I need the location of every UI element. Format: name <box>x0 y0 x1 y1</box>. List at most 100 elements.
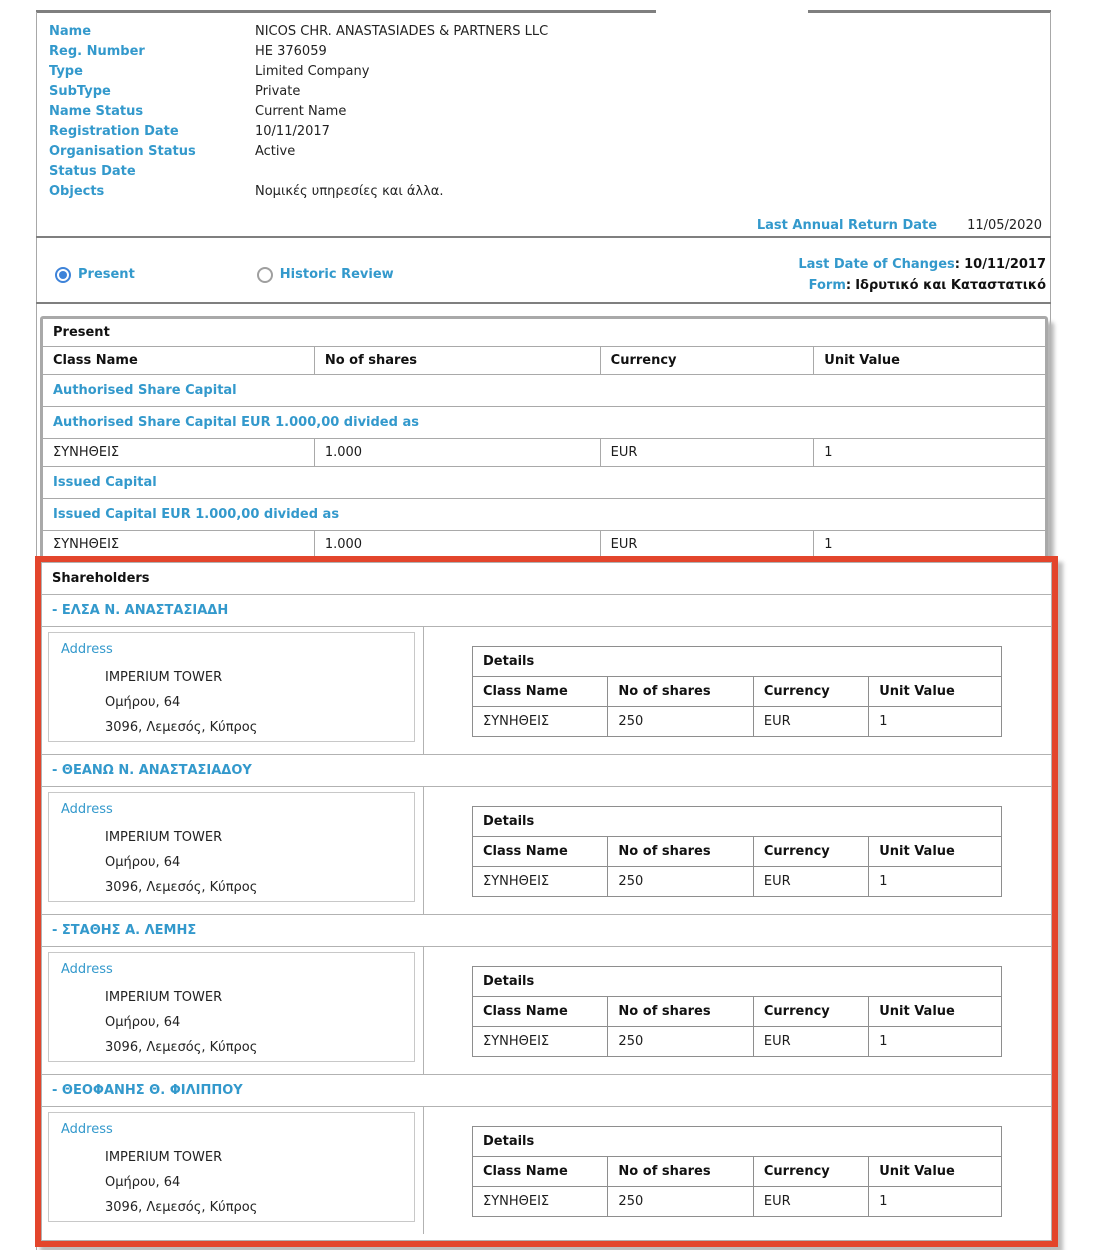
col-class-name: Class Name <box>473 997 608 1027</box>
shareholder-name[interactable]: - ΕΛΣΑ Ν. ΑΝΑΣΤΑΣΙΑΔΗ <box>42 595 1051 627</box>
section-label: Authorised Share Capital <box>43 375 1046 407</box>
col-currency: Currency <box>753 1157 868 1187</box>
table-row: ΣΥΝΗΘΕΙΣ 1.000 EUR 1 <box>43 531 1046 559</box>
cell-no-of-shares: 250 <box>608 867 753 897</box>
shareholder-detail-row: Address IMPERIUM TOWER Ομήρου, 64 3096, … <box>42 1107 1051 1234</box>
cell-unit-value: 1 <box>814 531 1046 559</box>
details-cell: Details Class Name No of shares Currency… <box>424 947 1051 1074</box>
col-unit-value: Unit Value <box>814 347 1046 375</box>
last-date-of-changes-label: Last Date of Changes <box>798 257 954 272</box>
shareholder-block: - ΘΕΑΝΩ Ν. ΑΝΑΣΤΑΣΙΑΔΟΥ Address IMPERIUM… <box>42 755 1051 915</box>
cell-currency: EUR <box>753 1027 868 1057</box>
field-label: Name Status <box>43 102 255 122</box>
field-value: Active <box>255 142 1044 162</box>
shareholder-name[interactable]: - ΣΤΑΘΗΣ Α. ΛΕΜΗΣ <box>42 915 1051 947</box>
field-value: Private <box>255 82 1044 102</box>
address-line-1: IMPERIUM TOWER <box>105 665 414 690</box>
separator: : <box>955 257 960 272</box>
col-no-of-shares: No of shares <box>608 837 753 867</box>
address-cell: Address IMPERIUM TOWER Ομήρου, 64 3096, … <box>42 787 424 914</box>
info-row-reg-number: Reg. Number HE 376059 <box>43 42 1044 62</box>
address-lines: IMPERIUM TOWER Ομήρου, 64 3096, Λεμεσός,… <box>105 985 414 1060</box>
field-value: NICOS CHR. ANASTASIADES & PARTNERS LLC <box>255 22 1044 42</box>
address-label: Address <box>49 953 414 977</box>
cell-currency: EUR <box>753 707 868 737</box>
col-currency: Currency <box>753 997 868 1027</box>
section-label: Issued Capital EUR 1.000,00 divided as <box>43 499 1046 531</box>
shareholders-highlight-box: Shareholders - ΕΛΣΑ Ν. ΑΝΑΣΤΑΣΙΑΔΗ Addre… <box>35 556 1058 1247</box>
present-radio[interactable]: Present <box>55 267 135 283</box>
cell-unit-value: 1 <box>814 439 1046 467</box>
present-radio-label[interactable]: Present <box>78 267 135 282</box>
col-unit-value: Unit Value <box>869 1157 1002 1187</box>
address-cell: Address IMPERIUM TOWER Ομήρου, 64 3096, … <box>42 1107 424 1234</box>
separator: : <box>846 278 851 293</box>
table-row: ΣΥΝΗΘΕΙΣ 1.000 EUR 1 <box>43 439 1046 467</box>
col-unit-value: Unit Value <box>869 997 1002 1027</box>
address-line-3: 3096, Λεμεσός, Κύπρος <box>105 715 414 740</box>
table-title: Present <box>43 319 1046 347</box>
address-cell: Address IMPERIUM TOWER Ομήρου, 64 3096, … <box>42 947 424 1074</box>
cell-no-of-shares: 250 <box>608 1027 753 1057</box>
col-no-of-shares: No of shares <box>608 997 753 1027</box>
field-label: Organisation Status <box>43 142 255 162</box>
details-title: Details <box>473 1127 1002 1157</box>
col-currency: Currency <box>753 677 868 707</box>
cell-no-of-shares: 250 <box>608 1187 753 1217</box>
radio-selected-icon[interactable] <box>55 267 71 283</box>
address-lines: IMPERIUM TOWER Ομήρου, 64 3096, Λεμεσός,… <box>105 1145 414 1220</box>
col-currency: Currency <box>600 347 814 375</box>
historic-review-radio-label[interactable]: Historic Review <box>280 267 394 282</box>
address-line-3: 3096, Λεμεσός, Κύπρος <box>105 1035 414 1060</box>
address-box: Address IMPERIUM TOWER Ομήρου, 64 3096, … <box>48 632 415 742</box>
address-line-1: IMPERIUM TOWER <box>105 985 414 1010</box>
address-box: Address IMPERIUM TOWER Ομήρου, 64 3096, … <box>48 1112 415 1222</box>
details-title: Details <box>473 647 1002 677</box>
address-line-3: 3096, Λεμεσός, Κύπρος <box>105 875 414 900</box>
details-title: Details <box>473 967 1002 997</box>
cell-class-name: ΣΥΝΗΘΕΙΣ <box>43 439 315 467</box>
cell-class-name: ΣΥΝΗΘΕΙΣ <box>473 707 608 737</box>
address-label: Address <box>49 793 414 817</box>
field-label: Objects <box>43 182 255 202</box>
divider <box>36 302 1051 304</box>
section-label: Authorised Share Capital EUR 1.000,00 di… <box>43 407 1046 439</box>
radio-unselected-icon[interactable] <box>257 267 273 283</box>
col-class-name: Class Name <box>43 347 315 375</box>
section-row-issued: Issued Capital <box>43 467 1046 499</box>
cell-no-of-shares: 1.000 <box>314 531 600 559</box>
cell-class-name: ΣΥΝΗΘΕΙΣ <box>473 867 608 897</box>
shareholder-block: - ΕΛΣΑ Ν. ΑΝΑΣΤΑΣΙΑΔΗ Address IMPERIUM T… <box>42 595 1051 755</box>
details-title-row: Details <box>473 807 1002 837</box>
company-info-panel: Name NICOS CHR. ANASTASIADES & PARTNERS … <box>37 22 1050 233</box>
col-no-of-shares: No of shares <box>314 347 600 375</box>
field-value: HE 376059 <box>255 42 1044 62</box>
info-row-name-status: Name Status Current Name <box>43 102 1044 122</box>
changes-summary: Last Date of Changes: 10/11/2017 Form: Ι… <box>798 254 1050 296</box>
details-data-row: ΣΥΝΗΘΕΙΣ 250 EUR 1 <box>473 867 1002 897</box>
historic-review-radio[interactable]: Historic Review <box>257 267 394 283</box>
cell-unit-value: 1 <box>869 707 1002 737</box>
details-table: Details Class Name No of shares Currency… <box>472 646 1002 737</box>
shareholder-detail-row: Address IMPERIUM TOWER Ομήρου, 64 3096, … <box>42 787 1051 915</box>
section-row-issued-divided: Issued Capital EUR 1.000,00 divided as <box>43 499 1046 531</box>
details-title: Details <box>473 807 1002 837</box>
address-line-2: Ομήρου, 64 <box>105 690 414 715</box>
details-cell: Details Class Name No of shares Currency… <box>424 1107 1051 1234</box>
col-no-of-shares: No of shares <box>608 677 753 707</box>
info-row-name: Name NICOS CHR. ANASTASIADES & PARTNERS … <box>43 22 1044 42</box>
shareholder-detail-row: Address IMPERIUM TOWER Ομήρου, 64 3096, … <box>42 947 1051 1075</box>
field-label: Status Date <box>43 162 255 182</box>
registry-page: Name NICOS CHR. ANASTASIADES & PARTNERS … <box>0 0 1100 1250</box>
cell-class-name: ΣΥΝΗΘΕΙΣ <box>473 1187 608 1217</box>
details-title-row: Details <box>473 967 1002 997</box>
details-title-row: Details <box>473 647 1002 677</box>
address-label: Address <box>49 633 414 657</box>
shareholder-name[interactable]: - ΘΕΑΝΩ Ν. ΑΝΑΣΤΑΣΙΑΔΟΥ <box>42 755 1051 787</box>
info-row-objects: Objects Νομικές υπηρεσίες και άλλα. <box>43 182 1044 202</box>
last-annual-return-row: Last Annual Return Date 11/05/2020 <box>43 218 1044 233</box>
divider <box>36 236 1051 238</box>
field-label: Reg. Number <box>43 42 255 62</box>
view-controls: Present Historic Review Last Date of Cha… <box>37 247 1050 302</box>
shareholder-name[interactable]: - ΘΕΟΦΑΝΗΣ Θ. ΦΙΛΙΠΠΟΥ <box>42 1075 1051 1107</box>
